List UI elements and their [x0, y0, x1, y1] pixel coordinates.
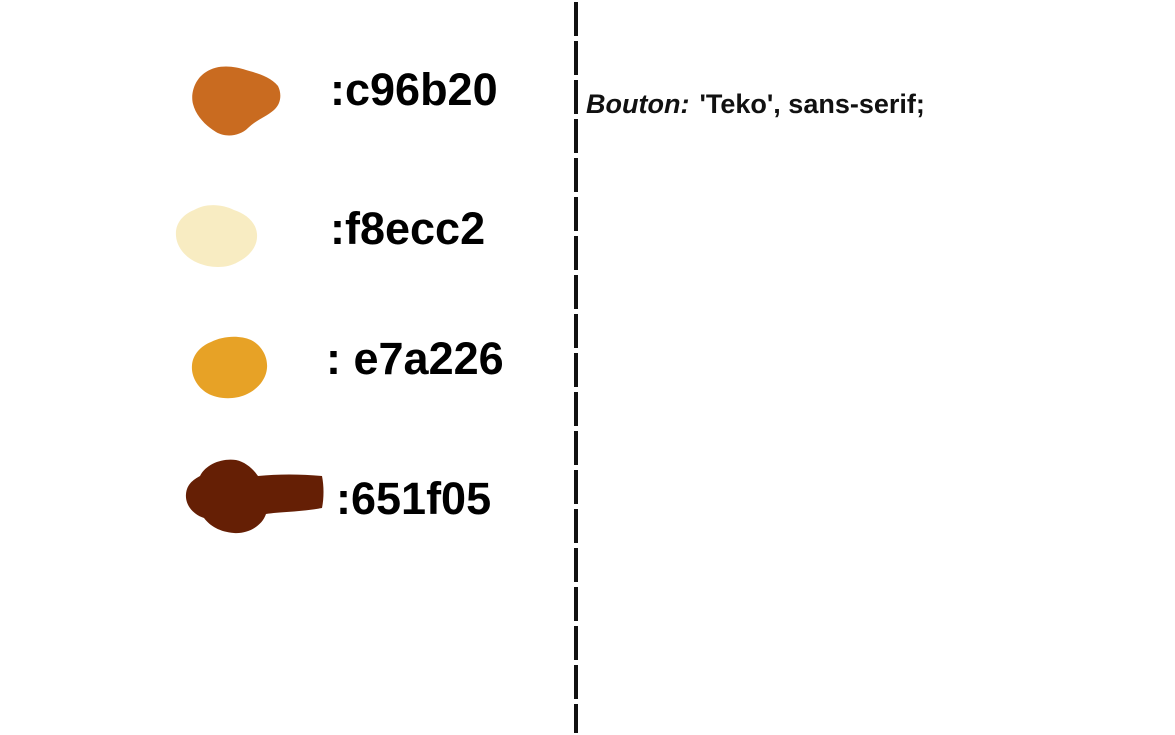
color-code-label: : e7a226 [326, 333, 504, 384]
color-code-label: :c96b20 [330, 64, 498, 115]
swatch-fill [175, 205, 258, 267]
color-code-label: :f8ecc2 [330, 203, 486, 254]
font-note-value: 'Teko', sans-serif; [699, 89, 925, 119]
swatch-fill [191, 336, 268, 399]
color-code-label: :651f05 [336, 473, 492, 524]
dashed-divider-line [574, 2, 578, 733]
color-swatch-651f05 [185, 459, 324, 534]
color-swatch-c96b20 [192, 66, 281, 136]
color-swatch-f8ecc2 [175, 205, 258, 267]
font-note: Bouton: 'Teko', sans-serif; [586, 88, 925, 120]
swatch-fill [185, 459, 324, 534]
color-swatch-e7a226 [191, 336, 268, 399]
font-note-key: Bouton: [586, 89, 690, 119]
swatch-fill [192, 66, 281, 136]
